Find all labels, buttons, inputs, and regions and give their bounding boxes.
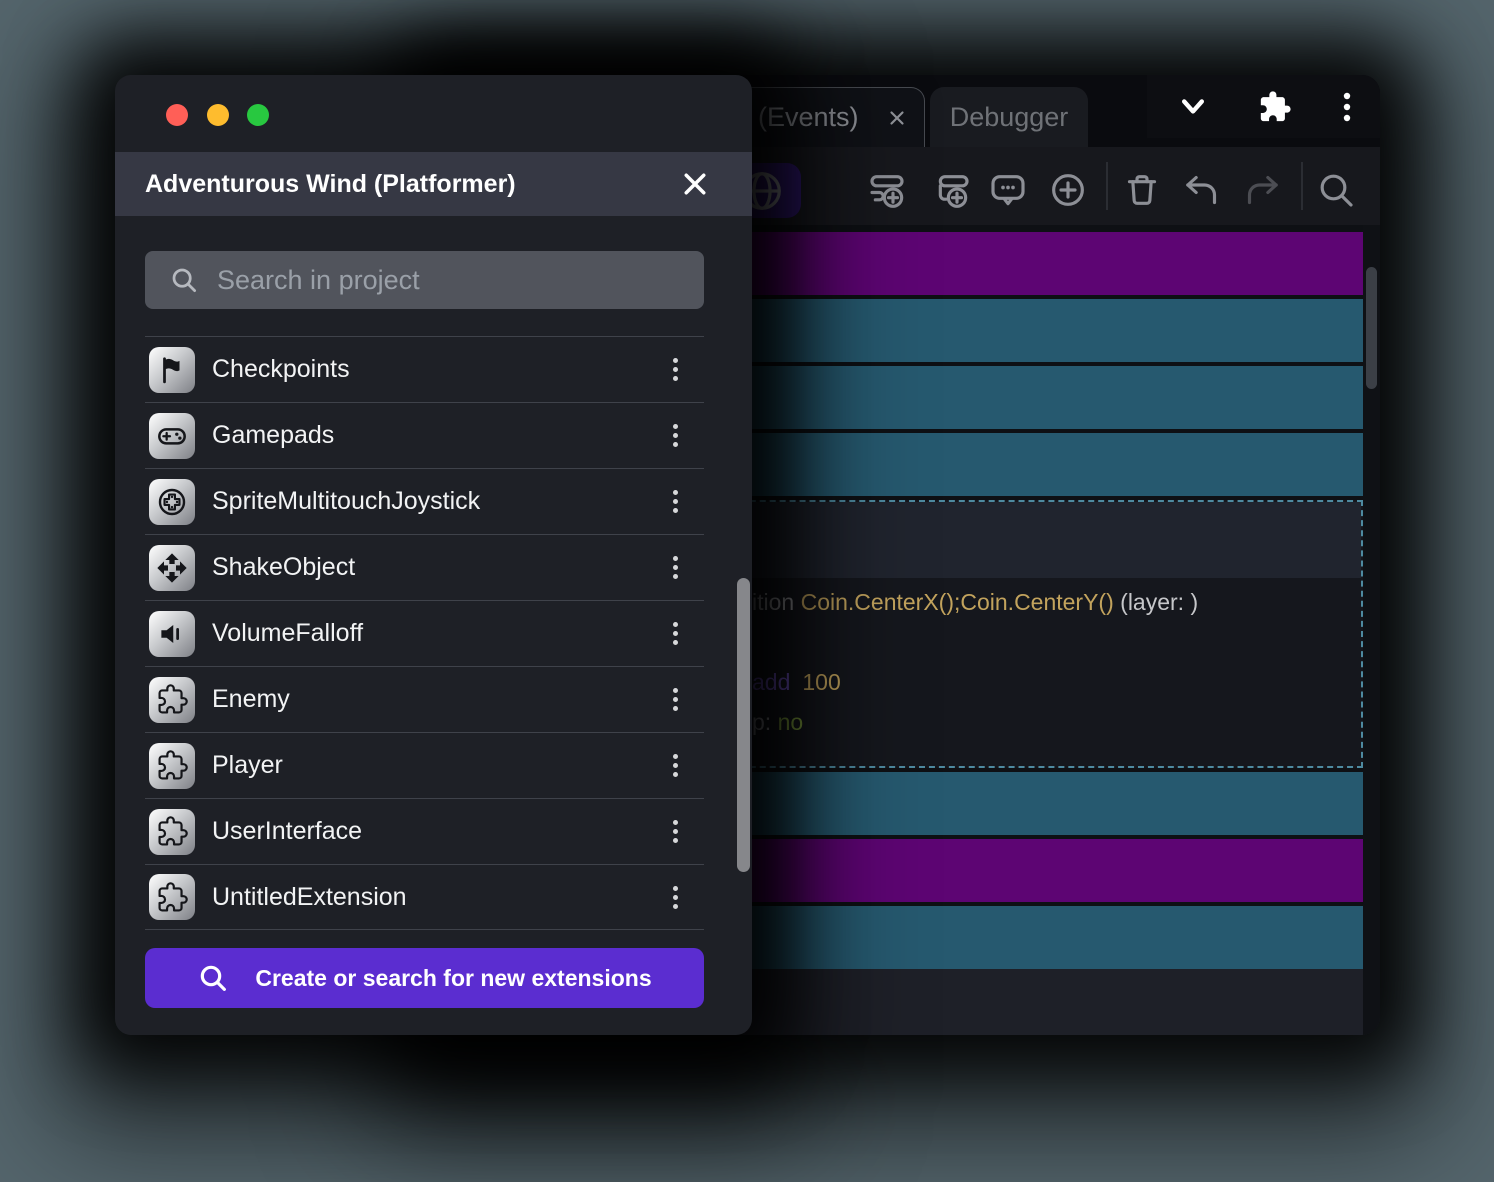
tab-events[interactable]: (Events) xyxy=(735,87,925,147)
tab-debugger[interactable]: Debugger xyxy=(930,87,1088,147)
close-window-button[interactable] xyxy=(166,104,188,126)
undo-icon[interactable] xyxy=(1182,170,1222,210)
extension-label: VolumeFalloff xyxy=(212,619,673,648)
dialog-header: Adventurous Wind (Platformer) xyxy=(115,152,752,216)
action-keyword: add xyxy=(752,669,790,695)
desktop-background: (Events) Debugger xyxy=(0,0,1494,1182)
project-search-field[interactable] xyxy=(145,251,704,309)
extension-label: Enemy xyxy=(212,685,673,714)
selected-event-block[interactable]: ition Coin.CenterX();Coin.CenterY() (lay… xyxy=(700,500,1363,768)
kebab-menu-icon[interactable] xyxy=(673,754,678,777)
create-extension-button[interactable]: Create or search for new extensions xyxy=(145,948,704,1008)
puzzle-icon xyxy=(149,809,195,855)
project-search-dialog: Adventurous Wind (Platformer) Checkpoint… xyxy=(115,75,752,1035)
event-row-teal[interactable] xyxy=(700,366,1363,429)
toolbar-divider xyxy=(1301,162,1303,210)
flag-icon xyxy=(149,347,195,393)
add-circle-icon[interactable] xyxy=(1048,170,1088,210)
extension-label: UntitledExtension xyxy=(212,883,673,912)
event-row-teal[interactable] xyxy=(700,906,1363,969)
kebab-menu-icon[interactable] xyxy=(673,490,678,513)
action-expression: Coin.CenterX();Coin.CenterY() xyxy=(801,589,1114,615)
events-scrollbar-thumb[interactable] xyxy=(1366,267,1377,389)
action-value: 100 xyxy=(802,669,840,695)
kebab-menu-icon[interactable] xyxy=(1340,90,1354,124)
add-event-icon[interactable] xyxy=(867,170,907,210)
events-scrollbar-track[interactable] xyxy=(1363,225,1380,1035)
extension-list-item[interactable]: VolumeFalloff xyxy=(145,600,704,666)
extension-list-item[interactable]: Player xyxy=(145,732,704,798)
search-icon xyxy=(197,962,229,994)
add-subevent-icon[interactable] xyxy=(932,170,972,210)
kebab-menu-icon[interactable] xyxy=(673,622,678,645)
event-action-line[interactable]: ition Coin.CenterX();Coin.CenterY() (lay… xyxy=(752,588,1198,616)
dialog-scrollbar-thumb[interactable] xyxy=(737,578,750,872)
extension-label: Gamepads xyxy=(212,421,673,450)
event-conditions-area[interactable] xyxy=(702,502,1361,578)
kebab-menu-icon[interactable] xyxy=(673,820,678,843)
event-row-teal[interactable] xyxy=(700,772,1363,835)
extension-label: ShakeObject xyxy=(212,553,673,582)
action-text: p: xyxy=(752,709,778,735)
action-layer-text: (layer: ) xyxy=(1114,589,1198,615)
move-arrows-icon xyxy=(149,545,195,591)
extension-label: Player xyxy=(212,751,673,780)
kebab-menu-icon[interactable] xyxy=(673,556,678,579)
puzzle-icon xyxy=(149,743,195,789)
extension-list-item[interactable]: Enemy xyxy=(145,666,704,732)
search-icon[interactable] xyxy=(1316,170,1356,210)
gamepad-icon xyxy=(149,413,195,459)
extension-list-item[interactable]: SpriteMultitouchJoystick xyxy=(145,468,704,534)
redo-icon[interactable] xyxy=(1242,170,1282,210)
extension-list-item[interactable]: Gamepads xyxy=(145,402,704,468)
kebab-menu-icon[interactable] xyxy=(673,358,678,381)
joystick-icon xyxy=(149,479,195,525)
search-input[interactable] xyxy=(215,264,686,297)
kebab-menu-icon[interactable] xyxy=(673,886,678,909)
zoom-window-button[interactable] xyxy=(247,104,269,126)
extension-label: SpriteMultitouchJoystick xyxy=(212,487,673,516)
puzzle-icon[interactable] xyxy=(1258,90,1292,124)
minimize-window-button[interactable] xyxy=(207,104,229,126)
chevron-down-icon[interactable] xyxy=(1177,96,1209,118)
extension-list: Checkpoints Gamepads SpriteMultitouchJoy… xyxy=(145,336,704,930)
extension-label: UserInterface xyxy=(212,817,673,846)
search-icon xyxy=(169,265,199,295)
kebab-menu-icon[interactable] xyxy=(673,424,678,447)
action-text: ition xyxy=(752,589,801,615)
action-value: no xyxy=(778,709,804,735)
dialog-title: Adventurous Wind (Platformer) xyxy=(145,170,680,199)
close-icon[interactable] xyxy=(680,169,710,199)
event-row-teal[interactable] xyxy=(700,299,1363,362)
kebab-menu-icon[interactable] xyxy=(673,688,678,711)
create-extension-label: Create or search for new extensions xyxy=(255,965,651,992)
event-row-purple[interactable] xyxy=(700,232,1363,295)
extension-list-item[interactable]: Checkpoints xyxy=(145,336,704,402)
events-column: ition Coin.CenterX();Coin.CenterY() (lay… xyxy=(700,225,1363,969)
speaker-icon xyxy=(149,611,195,657)
window-controls-block xyxy=(1147,75,1380,138)
tab-debugger-label: Debugger xyxy=(950,102,1069,133)
event-action-line[interactable]: p: no xyxy=(752,708,803,736)
tab-events-label: (Events) xyxy=(758,102,886,133)
close-icon[interactable] xyxy=(886,107,908,129)
event-action-line[interactable]: add 100 xyxy=(752,668,841,696)
extension-label: Checkpoints xyxy=(212,355,673,384)
extension-list-item[interactable]: UserInterface xyxy=(145,798,704,864)
add-comment-icon[interactable] xyxy=(988,170,1028,210)
puzzle-icon xyxy=(149,874,195,920)
event-row-purple[interactable] xyxy=(700,839,1363,902)
trash-icon[interactable] xyxy=(1122,170,1162,210)
extension-list-item[interactable]: ShakeObject xyxy=(145,534,704,600)
toolbar-divider xyxy=(1106,162,1108,210)
puzzle-icon xyxy=(149,677,195,723)
extension-list-item[interactable]: UntitledExtension xyxy=(145,864,704,930)
event-row-teal[interactable] xyxy=(700,433,1363,496)
